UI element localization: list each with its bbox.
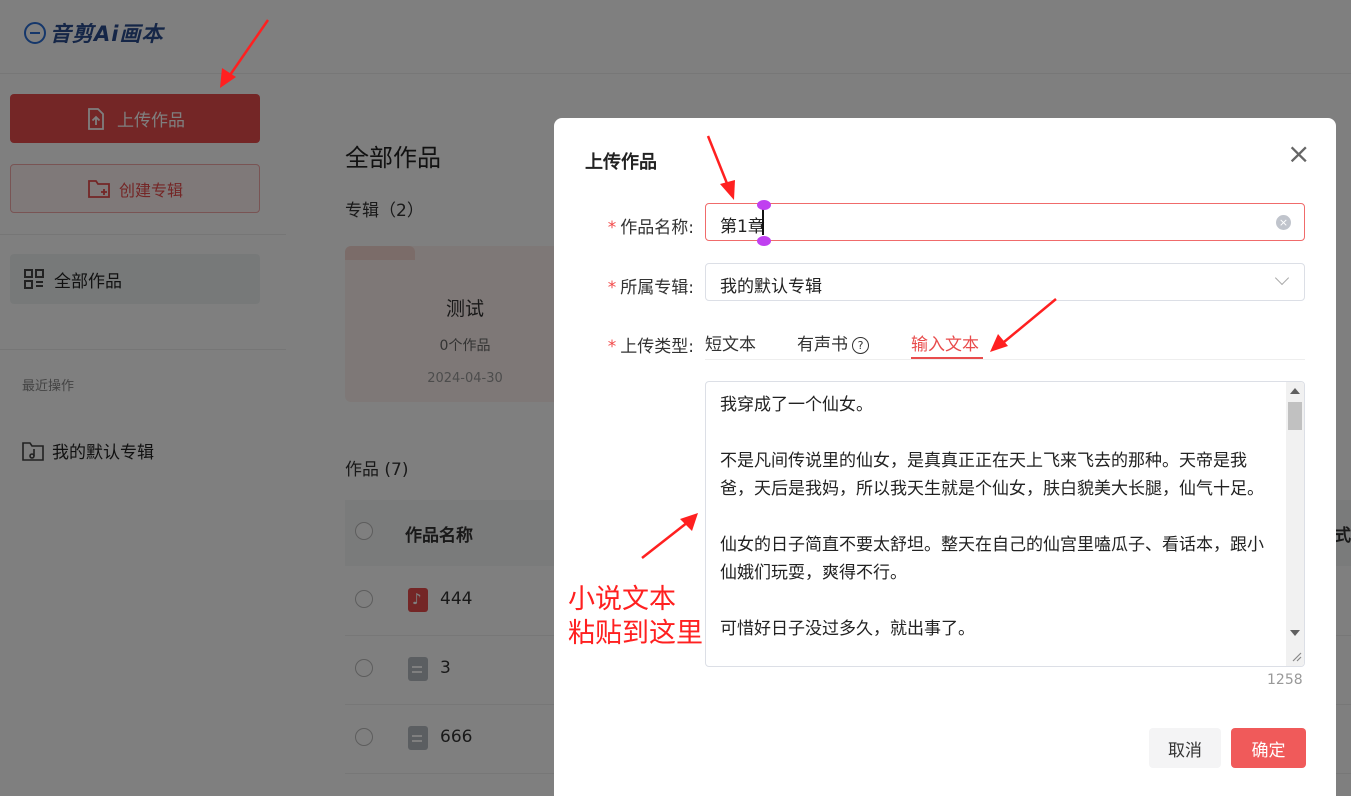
text-paragraph: 可惜好日子没过多久，就出事了。 — [720, 619, 975, 639]
char-count: 1258 — [1267, 672, 1303, 688]
annotation-line: 粘贴到这里 — [568, 618, 703, 649]
scrollbar-thumb[interactable] — [1288, 402, 1302, 430]
scroll-down-arrow-icon[interactable] — [1290, 630, 1300, 636]
text-cursor — [762, 209, 764, 235]
text-paragraph: 不是凡间传说里的仙女，是真真正正在天上飞来飞去的那种。天帝是我爸，天后是我妈，所… — [720, 451, 1264, 499]
required-mark: * — [607, 218, 617, 238]
dialog-title: 上传作品 — [585, 152, 657, 173]
text-paragraph: 仙女的日子简直不要太舒坦。整天在自己的仙宫里嗑瓜子、看话本，跟小仙娥们玩耍，爽得… — [720, 535, 1264, 583]
required-mark: * — [607, 337, 617, 357]
album-label: * 所属专辑: — [608, 273, 694, 298]
tab-input-text[interactable]: 输入文本 — [911, 330, 979, 355]
annotation-text: 小说文本 粘贴到这里 — [568, 583, 703, 651]
work-name-input[interactable]: 第1章 — [705, 203, 1305, 241]
cancel-button[interactable]: 取消 — [1149, 728, 1221, 768]
active-tab-underline — [911, 357, 983, 359]
upload-work-dialog: 上传作品 × * 作品名称: 第1章 × * 所属专辑: 我的默认专辑 * 上传类型:… — [554, 118, 1336, 796]
album-select[interactable]: 我的默认专辑 — [705, 263, 1305, 301]
upload-type-label: * 上传类型: — [608, 332, 694, 357]
confirm-button[interactable]: 确定 — [1231, 728, 1306, 768]
annotation-line: 小说文本 — [568, 584, 676, 615]
tab-audiobook-label: 有声书 — [797, 335, 848, 355]
required-mark: * — [607, 278, 617, 298]
album-label-text: 所属专辑: — [620, 278, 694, 298]
tab-short-text[interactable]: 短文本 — [705, 330, 756, 355]
novel-text-area[interactable]: 我穿成了一个仙女。 不是凡间传说里的仙女，是真真正正在天上飞来飞去的那种。天帝是… — [705, 381, 1305, 667]
resize-handle-icon[interactable] — [1290, 650, 1302, 662]
close-icon[interactable]: × — [1287, 140, 1310, 168]
tab-audiobook[interactable]: 有声书? — [797, 330, 869, 355]
help-icon[interactable]: ? — [852, 337, 869, 354]
upload-type-label-text: 上传类型: — [620, 337, 694, 357]
textarea-scrollbar[interactable] — [1286, 382, 1304, 666]
work-name-label-text: 作品名称: — [620, 218, 694, 238]
tabs-divider — [705, 359, 1305, 360]
scroll-up-arrow-icon[interactable] — [1290, 388, 1300, 394]
novel-text-content: 我穿成了一个仙女。 不是凡间传说里的仙女，是真真正正在天上飞来飞去的那种。天帝是… — [720, 391, 1270, 666]
clear-input-icon[interactable]: × — [1276, 215, 1291, 230]
work-name-label: * 作品名称: — [608, 213, 694, 238]
text-paragraph: 我穿成了一个仙女。 — [720, 395, 873, 415]
